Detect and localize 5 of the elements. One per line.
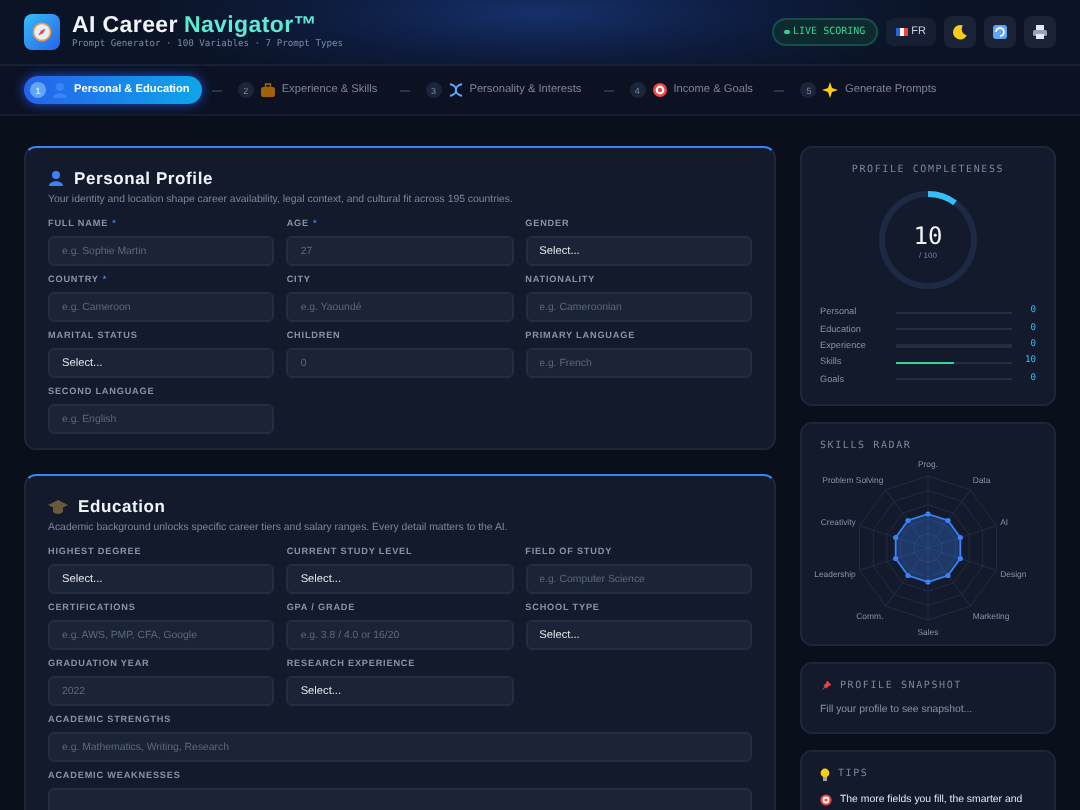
app-title-accent: Navigator™	[183, 14, 317, 38]
section-title: Personal Profile	[74, 168, 214, 188]
app-title: AI Career	[72, 14, 178, 38]
section-title: Education	[78, 496, 166, 516]
score-value: 10	[913, 221, 943, 249]
